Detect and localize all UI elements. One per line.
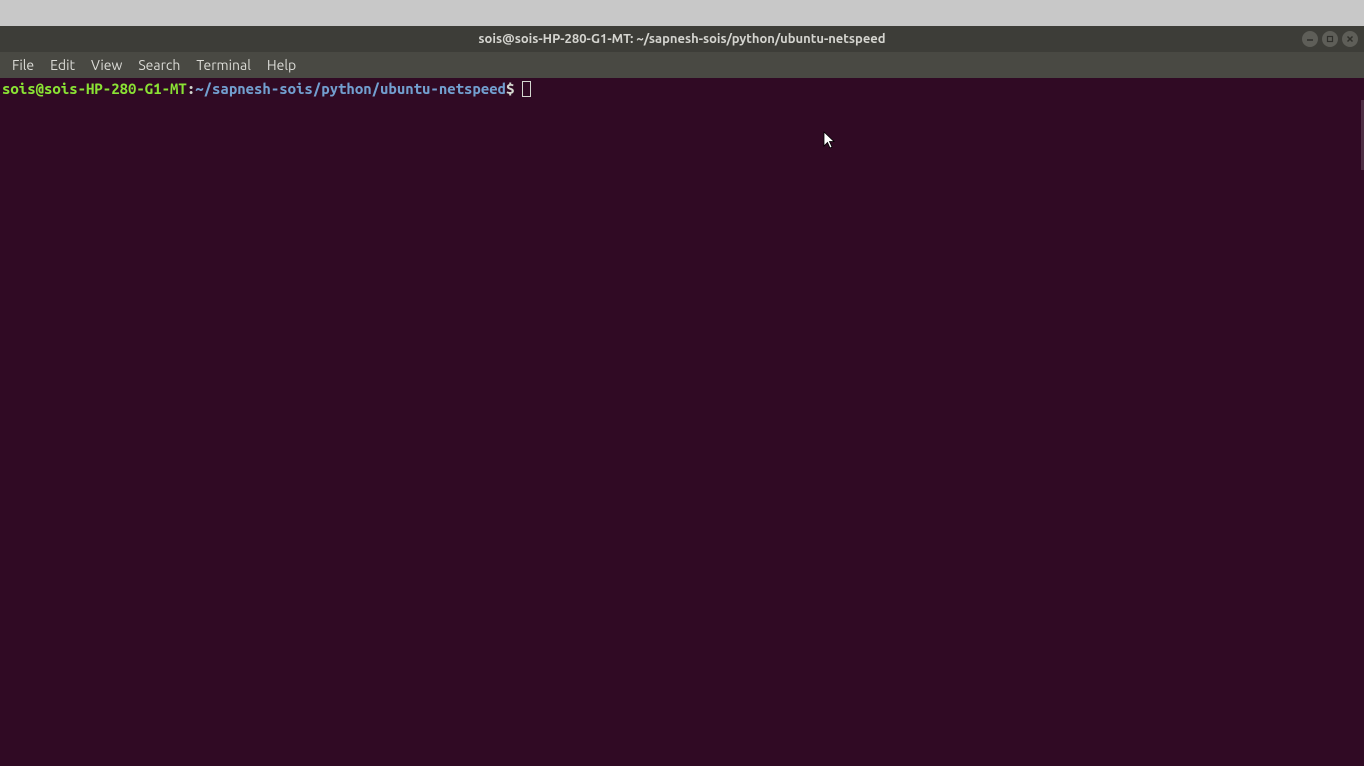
menu-terminal[interactable]: Terminal <box>188 54 259 76</box>
text-cursor <box>522 81 531 97</box>
menu-search[interactable]: Search <box>130 54 188 76</box>
minimize-icon <box>1305 34 1315 44</box>
maximize-button[interactable] <box>1322 31 1338 47</box>
menu-file[interactable]: File <box>4 54 42 76</box>
close-icon <box>1345 34 1355 44</box>
maximize-icon <box>1325 34 1335 44</box>
prompt-user-host: sois@sois-HP-280-G1-MT <box>2 80 187 98</box>
prompt-dollar: $ <box>506 80 514 98</box>
menu-edit[interactable]: Edit <box>42 54 83 76</box>
terminal-body[interactable]: sois@sois-HP-280-G1-MT:~/sapnesh-sois/py… <box>0 78 1364 766</box>
menu-view[interactable]: View <box>83 54 130 76</box>
prompt-path: ~/sapnesh-sois/python/ubuntu-netspeed <box>195 80 506 98</box>
prompt-colon: : <box>187 80 195 98</box>
window-controls <box>1302 31 1358 47</box>
prompt-line: sois@sois-HP-280-G1-MT:~/sapnesh-sois/py… <box>2 80 1362 98</box>
mouse-pointer-icon <box>823 131 837 155</box>
window-title: sois@sois-HP-280-G1-MT: ~/sapnesh-sois/p… <box>478 32 885 46</box>
window-title-bar: sois@sois-HP-280-G1-MT: ~/sapnesh-sois/p… <box>0 26 1364 52</box>
menu-bar: File Edit View Search Terminal Help <box>0 52 1364 78</box>
desktop-top-bar <box>0 0 1364 26</box>
menu-help[interactable]: Help <box>259 54 304 76</box>
minimize-button[interactable] <box>1302 31 1318 47</box>
close-button[interactable] <box>1342 31 1358 47</box>
